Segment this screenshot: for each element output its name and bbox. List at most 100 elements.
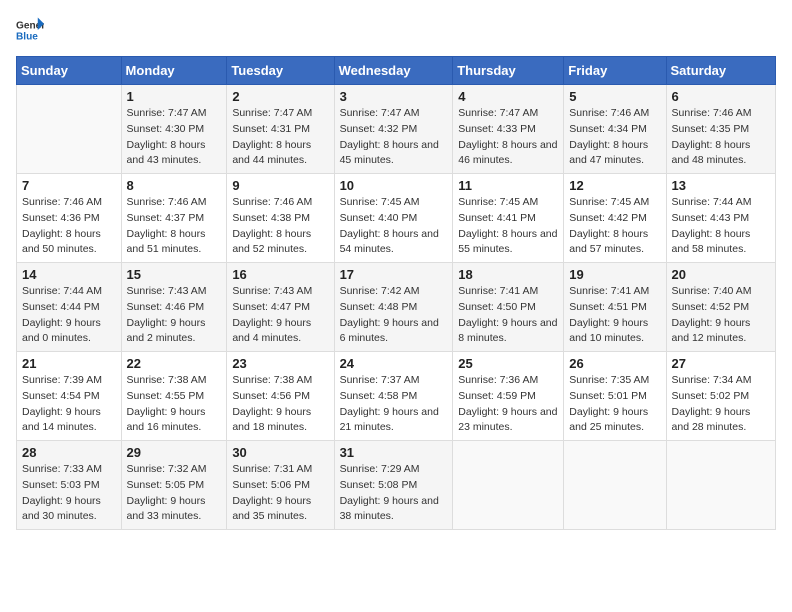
- day-info: Sunrise: 7:47 AMSunset: 4:32 PMDaylight:…: [340, 106, 448, 169]
- calendar-cell: 4Sunrise: 7:47 AMSunset: 4:33 PMDaylight…: [453, 85, 564, 174]
- calendar-cell: 17Sunrise: 7:42 AMSunset: 4:48 PMDayligh…: [334, 263, 453, 352]
- day-number: 23: [232, 356, 328, 371]
- calendar-week-row: 21 Sunrise: 7:39 AMSunset: 4:54 PMDayligh…: [17, 352, 776, 441]
- weekday-header: Friday: [564, 57, 666, 85]
- day-info: Sunrise: 7:37 AMSunset: 4:58 PMDaylight:…: [340, 373, 448, 436]
- calendar-cell: 15 Sunrise: 7:43 AMSunset: 4:46 PMDayligh…: [121, 263, 227, 352]
- day-number: 20: [672, 267, 770, 282]
- calendar-cell: 14 Sunrise: 7:44 AMSunset: 4:44 PMDayligh…: [17, 263, 122, 352]
- day-number: 2: [232, 89, 328, 104]
- svg-text:Blue: Blue: [16, 31, 38, 42]
- day-info: Sunrise: 7:46 AMSunset: 4:36 PMDaylight:…: [22, 195, 116, 258]
- day-info: Sunrise: 7:35 AMSunset: 5:01 PMDaylight:…: [569, 373, 660, 436]
- weekday-header: Wednesday: [334, 57, 453, 85]
- calendar-cell: 8 Sunrise: 7:46 AMSunset: 4:37 PMDaylight…: [121, 174, 227, 263]
- day-number: 6: [672, 89, 770, 104]
- calendar-cell: [564, 441, 666, 530]
- calendar-cell: 25 Sunrise: 7:36 AMSunset: 4:59 PMDayligh…: [453, 352, 564, 441]
- day-number: 16: [232, 267, 328, 282]
- day-number: 30: [232, 445, 328, 460]
- calendar-cell: 23 Sunrise: 7:38 AMSunset: 4:56 PMDayligh…: [227, 352, 334, 441]
- calendar-cell: [17, 85, 122, 174]
- day-info: Sunrise: 7:47 AMSunset: 4:30 PMDaylight:…: [127, 106, 222, 169]
- day-number: 22: [127, 356, 222, 371]
- day-number: 14: [22, 267, 116, 282]
- day-info: Sunrise: 7:39 AMSunset: 4:54 PMDaylight:…: [22, 373, 116, 436]
- day-number: 19: [569, 267, 660, 282]
- calendar-cell: 3 Sunrise: 7:47 AMSunset: 4:32 PMDaylight…: [334, 85, 453, 174]
- day-info: Sunrise: 7:38 AMSunset: 4:56 PMDaylight:…: [232, 373, 328, 436]
- day-info: Sunrise: 7:46 AMSunset: 4:38 PMDaylight:…: [232, 195, 328, 258]
- day-number: 24: [340, 356, 448, 371]
- calendar-cell: [666, 441, 775, 530]
- logo: General Blue: [16, 16, 44, 44]
- day-info: Sunrise: 7:44 AMSunset: 4:44 PMDaylight:…: [22, 284, 116, 347]
- day-number: 7: [22, 178, 116, 193]
- day-number: 5: [569, 89, 660, 104]
- calendar-week-row: 7 Sunrise: 7:46 AMSunset: 4:36 PMDaylight…: [17, 174, 776, 263]
- day-info: Sunrise: 7:46 AMSunset: 4:34 PMDaylight:…: [569, 106, 660, 169]
- calendar-cell: [453, 441, 564, 530]
- day-info: Sunrise: 7:32 AMSunset: 5:05 PMDaylight:…: [127, 462, 222, 525]
- day-info: Sunrise: 7:42 AMSunset: 4:48 PMDaylight:…: [340, 284, 448, 347]
- calendar-cell: 16 Sunrise: 7:43 AMSunset: 4:47 PMDayligh…: [227, 263, 334, 352]
- day-number: 18: [458, 267, 558, 282]
- weekday-header: Saturday: [666, 57, 775, 85]
- calendar-cell: 27Sunrise: 7:34 AMSunset: 5:02 PMDayligh…: [666, 352, 775, 441]
- calendar-table: SundayMondayTuesdayWednesdayThursdayFrid…: [16, 56, 776, 530]
- day-number: 25: [458, 356, 558, 371]
- day-info: Sunrise: 7:45 AMSunset: 4:41 PMDaylight:…: [458, 195, 558, 258]
- day-info: Sunrise: 7:43 AMSunset: 4:46 PMDaylight:…: [127, 284, 222, 347]
- day-number: 28: [22, 445, 116, 460]
- day-number: 11: [458, 178, 558, 193]
- calendar-cell: 10 Sunrise: 7:45 AMSunset: 4:40 PMDayligh…: [334, 174, 453, 263]
- day-number: 3: [340, 89, 448, 104]
- day-info: Sunrise: 7:41 AMSunset: 4:51 PMDaylight:…: [569, 284, 660, 347]
- day-number: 9: [232, 178, 328, 193]
- day-info: Sunrise: 7:44 AMSunset: 4:43 PMDaylight:…: [672, 195, 770, 258]
- day-info: Sunrise: 7:40 AMSunset: 4:52 PMDaylight:…: [672, 284, 770, 347]
- day-number: 21: [22, 356, 116, 371]
- day-info: Sunrise: 7:41 AMSunset: 4:50 PMDaylight:…: [458, 284, 558, 347]
- day-number: 8: [127, 178, 222, 193]
- calendar-cell: 26 Sunrise: 7:35 AMSunset: 5:01 PMDayligh…: [564, 352, 666, 441]
- calendar-week-row: 28 Sunrise: 7:33 AMSunset: 5:03 PMDayligh…: [17, 441, 776, 530]
- calendar-cell: 22 Sunrise: 7:38 AMSunset: 4:55 PMDayligh…: [121, 352, 227, 441]
- day-info: Sunrise: 7:31 AMSunset: 5:06 PMDaylight:…: [232, 462, 328, 525]
- calendar-cell: 6 Sunrise: 7:46 AMSunset: 4:35 PMDaylight…: [666, 85, 775, 174]
- calendar-cell: 13Sunrise: 7:44 AMSunset: 4:43 PMDayligh…: [666, 174, 775, 263]
- day-number: 15: [127, 267, 222, 282]
- calendar-cell: 20 Sunrise: 7:40 AMSunset: 4:52 PMDayligh…: [666, 263, 775, 352]
- calendar-cell: 5 Sunrise: 7:46 AMSunset: 4:34 PMDaylight…: [564, 85, 666, 174]
- calendar-cell: 28 Sunrise: 7:33 AMSunset: 5:03 PMDayligh…: [17, 441, 122, 530]
- day-number: 1: [127, 89, 222, 104]
- day-number: 10: [340, 178, 448, 193]
- day-info: Sunrise: 7:38 AMSunset: 4:55 PMDaylight:…: [127, 373, 222, 436]
- day-info: Sunrise: 7:33 AMSunset: 5:03 PMDaylight:…: [22, 462, 116, 525]
- day-number: 26: [569, 356, 660, 371]
- calendar-week-row: 1 Sunrise: 7:47 AMSunset: 4:30 PMDaylight…: [17, 85, 776, 174]
- calendar-body: 1 Sunrise: 7:47 AMSunset: 4:30 PMDaylight…: [17, 85, 776, 530]
- calendar-cell: 29 Sunrise: 7:32 AMSunset: 5:05 PMDayligh…: [121, 441, 227, 530]
- generalblue-logo-icon: General Blue: [16, 16, 44, 44]
- calendar-cell: 12Sunrise: 7:45 AMSunset: 4:42 PMDayligh…: [564, 174, 666, 263]
- calendar-cell: 31 Sunrise: 7:29 AMSunset: 5:08 PMDayligh…: [334, 441, 453, 530]
- day-info: Sunrise: 7:43 AMSunset: 4:47 PMDaylight:…: [232, 284, 328, 347]
- day-info: Sunrise: 7:46 AMSunset: 4:35 PMDaylight:…: [672, 106, 770, 169]
- calendar-cell: 18 Sunrise: 7:41 AMSunset: 4:50 PMDayligh…: [453, 263, 564, 352]
- day-info: Sunrise: 7:45 AMSunset: 4:40 PMDaylight:…: [340, 195, 448, 258]
- day-info: Sunrise: 7:29 AMSunset: 5:08 PMDaylight:…: [340, 462, 448, 525]
- calendar-cell: 30 Sunrise: 7:31 AMSunset: 5:06 PMDayligh…: [227, 441, 334, 530]
- weekday-header: Monday: [121, 57, 227, 85]
- day-info: Sunrise: 7:46 AMSunset: 4:37 PMDaylight:…: [127, 195, 222, 258]
- day-number: 31: [340, 445, 448, 460]
- calendar-cell: 19 Sunrise: 7:41 AMSunset: 4:51 PMDayligh…: [564, 263, 666, 352]
- day-info: Sunrise: 7:36 AMSunset: 4:59 PMDaylight:…: [458, 373, 558, 436]
- page-header: General Blue: [16, 16, 776, 44]
- day-number: 12: [569, 178, 660, 193]
- calendar-cell: 9 Sunrise: 7:46 AMSunset: 4:38 PMDaylight…: [227, 174, 334, 263]
- day-info: Sunrise: 7:47 AMSunset: 4:31 PMDaylight:…: [232, 106, 328, 169]
- calendar-cell: 21 Sunrise: 7:39 AMSunset: 4:54 PMDayligh…: [17, 352, 122, 441]
- day-number: 29: [127, 445, 222, 460]
- day-number: 27: [672, 356, 770, 371]
